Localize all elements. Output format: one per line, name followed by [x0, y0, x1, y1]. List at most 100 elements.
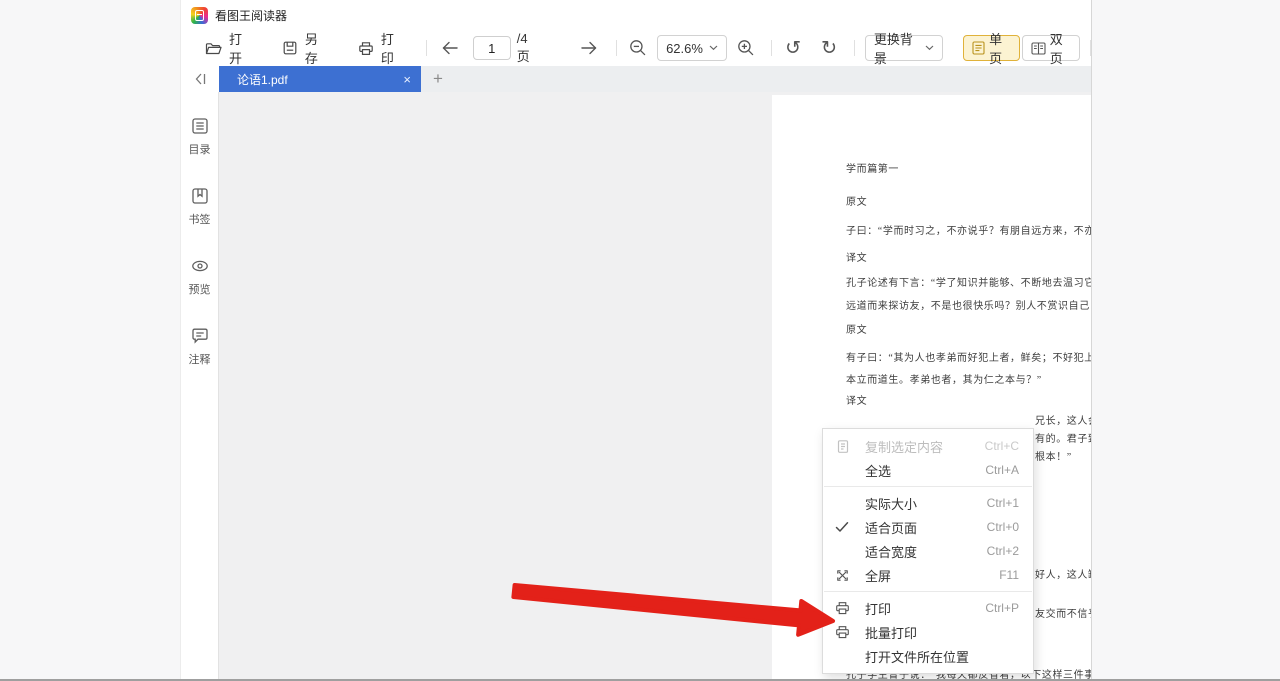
bookmark-icon — [190, 186, 210, 206]
collapse-sidebar-button[interactable] — [181, 66, 219, 92]
pdf-text-fragment: 兄长，这人会 — [1035, 412, 1091, 427]
zoom-level-value: 62.6% — [666, 41, 703, 56]
sidebar-item-bookmarks[interactable]: 书签 — [189, 186, 211, 227]
pdf-text-fragment: 有的。君子致力 — [1035, 430, 1091, 445]
desktop: 看图王阅读器 打开 另存 打印 — [0, 0, 1280, 681]
document-tab[interactable]: 论语1.pdf × — [219, 66, 421, 92]
rotate-right-button[interactable]: ↻ — [816, 35, 842, 61]
save-as-button-label: 另存 — [305, 29, 326, 67]
pdf-text-line: 原文 — [846, 321, 867, 336]
toc-list-icon — [190, 116, 210, 136]
single-page-button[interactable]: 单页 — [963, 35, 1020, 61]
menu-item-label: 全选 — [865, 461, 891, 480]
pdf-text-line: 远道而来探访友，不是也很快乐吗？别人不赏识自己，却能不 — [846, 297, 1091, 312]
menu-item-shortcut: Ctrl+C — [985, 439, 1019, 453]
rotate-right-icon: ↻ — [821, 39, 837, 58]
copy-icon — [835, 439, 857, 454]
menu-item-label: 打开文件所在位置 — [865, 647, 969, 666]
toolbar-separator — [854, 40, 855, 56]
toolbar-separator — [1090, 40, 1091, 56]
pdf-text-fragment: 根本！” — [1035, 448, 1072, 463]
menu-item-shortcut: Ctrl+2 — [987, 544, 1019, 558]
chevron-down-icon — [709, 45, 718, 51]
save-as-button[interactable]: 另存 — [272, 35, 336, 61]
printer-icon — [835, 601, 857, 615]
printer-icon — [835, 625, 857, 639]
menu-item-select-all[interactable]: 全选 Ctrl+A — [823, 458, 1033, 482]
rotate-left-icon: ↺ — [785, 39, 801, 58]
sidebar-item-annotations[interactable]: 注释 — [189, 326, 211, 367]
toolbar-separator — [771, 40, 772, 56]
menu-item-fit-width[interactable]: 适合宽度 Ctrl+2 — [823, 539, 1033, 563]
tab-bar: 论语1.pdf × + — [181, 66, 1091, 92]
arrow-right-icon — [580, 41, 598, 55]
app-logo-icon — [191, 7, 208, 24]
checkmark-icon — [835, 521, 857, 533]
menu-item-shortcut: F11 — [999, 568, 1019, 582]
left-sidebar: 目录 书签 预览 注释 — [181, 92, 219, 681]
menu-item-fullscreen[interactable]: 全屏 F11 — [823, 563, 1033, 587]
menu-item-copy-selection: 复制选定内容 Ctrl+C — [823, 434, 1033, 458]
pdf-text-line: 有子曰：“其为人也孝弟而好犯上者，鲜矣；不好犯上而好作乱 — [846, 349, 1091, 364]
printer-icon — [358, 41, 374, 56]
menu-item-batch-print[interactable]: 批量打印 — [823, 620, 1033, 644]
menu-item-actual-size[interactable]: 实际大小 Ctrl+1 — [823, 491, 1033, 515]
sidebar-item-toc[interactable]: 目录 — [189, 116, 211, 157]
menu-separator — [824, 486, 1032, 487]
zoom-out-button[interactable] — [625, 35, 651, 61]
menu-item-label: 全屏 — [865, 566, 891, 585]
previous-page-button[interactable] — [437, 35, 463, 61]
comment-icon — [190, 326, 210, 346]
next-page-button[interactable] — [576, 35, 602, 61]
new-tab-button[interactable]: + — [421, 66, 455, 92]
tab-close-icon[interactable]: × — [403, 72, 411, 87]
sidebar-item-label: 预览 — [189, 281, 211, 297]
fullscreen-icon — [835, 568, 857, 583]
print-button-label: 打印 — [381, 29, 402, 67]
print-button[interactable]: 打印 — [348, 35, 412, 61]
pdf-text-line: 孔子论述有下言：“学了知识并能够、不断地去温习它，不是也 — [846, 274, 1091, 289]
menu-item-shortcut: Ctrl+A — [985, 463, 1019, 477]
pdf-text-line: 译文 — [846, 392, 867, 407]
arrow-left-icon — [441, 41, 459, 55]
page-total-label: /4页 — [517, 31, 538, 65]
menu-item-label: 适合页面 — [865, 518, 917, 537]
sidebar-item-label: 目录 — [189, 141, 211, 157]
single-page-label: 单页 — [989, 29, 1011, 67]
open-button-label: 打开 — [229, 29, 250, 67]
sidebar-item-label: 注释 — [189, 351, 211, 367]
sidebar-item-preview[interactable]: 预览 — [189, 256, 211, 297]
menu-item-fit-page[interactable]: 适合页面 Ctrl+0 — [823, 515, 1033, 539]
collapse-left-icon — [194, 73, 207, 85]
pdf-text-line: 译文 — [846, 249, 867, 264]
pdf-text-fragment: 友交而不信乎 — [1035, 605, 1091, 620]
zoom-in-button[interactable] — [733, 35, 759, 61]
toolbar-separator — [616, 40, 617, 56]
menu-item-shortcut: Ctrl+P — [985, 601, 1019, 615]
menu-item-open-file-location[interactable]: 打开文件所在位置 — [823, 644, 1033, 668]
menu-item-label: 实际大小 — [865, 494, 917, 513]
chevron-down-icon — [925, 45, 934, 51]
menu-item-label: 适合宽度 — [865, 542, 917, 561]
open-button[interactable]: 打开 — [195, 35, 260, 61]
change-background-label: 更换背景 — [874, 29, 919, 67]
double-page-label: 双页 — [1050, 29, 1071, 67]
menu-item-shortcut: Ctrl+1 — [987, 496, 1019, 510]
pdf-text-line: 子曰：“学而时习之，不亦说乎？有朋自远方来，不亦乐乎？人 — [846, 222, 1091, 237]
zoom-in-icon — [737, 39, 755, 57]
menu-item-label: 打印 — [865, 599, 891, 618]
pdf-text-fragment: 好人，这人缺 — [1035, 566, 1091, 581]
pdf-text-line: 学而篇第一 — [846, 160, 899, 175]
page-number-input[interactable] — [473, 36, 511, 60]
save-icon — [282, 40, 298, 56]
double-page-button[interactable]: 双页 — [1022, 35, 1080, 61]
change-background-dropdown[interactable]: 更换背景 — [865, 35, 943, 61]
eye-icon — [190, 256, 210, 276]
rotate-left-button[interactable]: ↺ — [780, 35, 806, 61]
pdf-text-line: 原文 — [846, 193, 867, 208]
double-page-icon — [1031, 42, 1046, 55]
zoom-level-select[interactable]: 62.6% — [657, 35, 727, 61]
single-page-icon — [972, 41, 985, 55]
menu-item-print[interactable]: 打印 Ctrl+P — [823, 596, 1033, 620]
menu-separator — [824, 591, 1032, 592]
